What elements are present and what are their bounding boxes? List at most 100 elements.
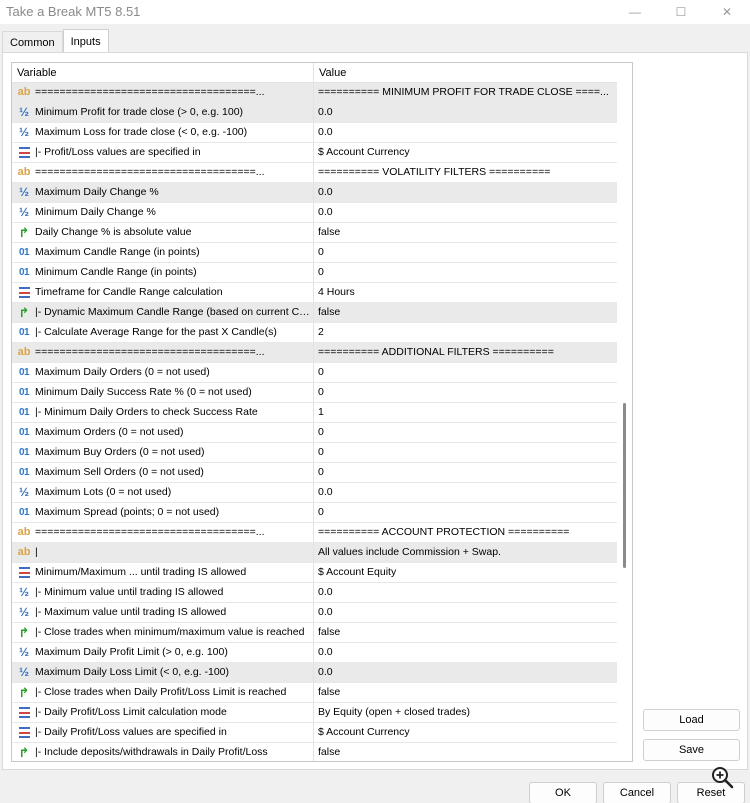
table-row[interactable]: 01 Maximum Daily Orders (0 = not used) 0 (12, 363, 618, 383)
variable-cell: 01 Maximum Sell Orders (0 = not used) (12, 463, 314, 482)
table-row[interactable]: 01 Maximum Candle Range (in points) 0 (12, 243, 618, 263)
table-row[interactable]: |- Profit/Loss values are specified in $ … (12, 143, 618, 163)
value-cell[interactable]: 0.0 (314, 603, 618, 622)
close-button[interactable]: ✕ (704, 0, 750, 24)
table-row[interactable]: ½ Maximum Loss for trade close (< 0, e.g.… (12, 123, 618, 143)
integer-type-icon: 01 (18, 507, 30, 518)
value-cell[interactable]: 0.0 (314, 663, 618, 682)
variable-cell: ab ====================================..… (12, 523, 314, 542)
scrollbar-thumb[interactable] (623, 403, 626, 568)
table-row[interactable]: ab ====================================..… (12, 523, 618, 543)
table-row[interactable]: ½ Maximum Daily Profit Limit (> 0, e.g. 1… (12, 643, 618, 663)
integer-type-icon: 01 (18, 247, 30, 258)
grid-scrollbar[interactable] (617, 63, 632, 761)
value-cell[interactable]: All values include Commission + Swap. (314, 543, 618, 562)
value-cell[interactable]: 1 (314, 403, 618, 422)
bool-type-icon: ↱ (18, 225, 30, 240)
value-cell[interactable]: $ Account Equity (314, 563, 618, 582)
table-row[interactable]: ↱ |- Include deposits/withdrawals in Dail… (12, 743, 618, 761)
table-row[interactable]: ab ====================================..… (12, 163, 618, 183)
table-row[interactable]: 01 Minimum Candle Range (in points) 0 (12, 263, 618, 283)
value-cell[interactable]: $ Account Currency (314, 143, 618, 162)
tab-common[interactable]: Common (2, 31, 63, 53)
list-type-icon (15, 143, 33, 162)
variable-cell: ½ |- Maximum value until trading IS allow… (12, 603, 314, 622)
double-type-icon: ½ (18, 585, 29, 599)
table-row[interactable]: 01 |- Calculate Average Range for the pas… (12, 323, 618, 343)
value-cell[interactable]: 0 (314, 503, 618, 522)
table-row[interactable]: |- Daily Profit/Loss Limit calculation m… (12, 703, 618, 723)
value-cell[interactable]: 0.0 (314, 123, 618, 142)
table-row[interactable]: ab ====================================..… (12, 343, 618, 363)
value-cell[interactable]: 0 (314, 263, 618, 282)
value-cell[interactable]: ========== ACCOUNT PROTECTION ========== (314, 523, 618, 542)
value-cell[interactable]: 0.0 (314, 643, 618, 662)
variable-cell: ↱ |- Close trades when Daily Profit/Loss … (12, 683, 314, 702)
variable-label: |- Minimum value until trading IS allowe… (35, 586, 224, 598)
table-row[interactable]: 01 |- Minimum Daily Orders to check Succe… (12, 403, 618, 423)
variable-label: Maximum Sell Orders (0 = not used) (35, 466, 204, 478)
ok-button[interactable]: OK (529, 782, 597, 803)
column-header-value[interactable]: Value (314, 63, 618, 83)
table-row[interactable]: ↱ |- Close trades when minimum/maximum va… (12, 623, 618, 643)
table-row[interactable]: ↱ Daily Change % is absolute value false (12, 223, 618, 243)
tab-inputs[interactable]: Inputs (62, 29, 109, 54)
value-cell[interactable]: 0 (314, 383, 618, 402)
value-cell[interactable]: ========== VOLATILITY FILTERS ========== (314, 163, 618, 182)
table-row[interactable]: ½ Minimum Daily Change % 0.0 (12, 203, 618, 223)
cancel-button[interactable]: Cancel (603, 782, 671, 803)
value-cell[interactable]: $ Account Currency (314, 723, 618, 742)
table-row[interactable]: Timeframe for Candle Range calculation 4 … (12, 283, 618, 303)
table-row[interactable]: ½ Maximum Daily Change % 0.0 (12, 183, 618, 203)
value-cell[interactable]: false (314, 683, 618, 702)
table-row[interactable]: ½ |- Minimum value until trading IS allow… (12, 583, 618, 603)
value-cell[interactable]: 0 (314, 363, 618, 382)
table-row[interactable]: 01 Minimum Daily Success Rate % (0 = not … (12, 383, 618, 403)
table-row[interactable]: ½ Maximum Lots (0 = not used) 0.0 (12, 483, 618, 503)
table-row[interactable]: 01 Maximum Orders (0 = not used) 0 (12, 423, 618, 443)
value-cell[interactable]: 0.0 (314, 203, 618, 222)
variable-label: ====================================... (35, 166, 265, 178)
variable-label: | (35, 546, 38, 558)
zoom-in-icon[interactable] (710, 765, 734, 789)
value-cell[interactable]: 0.0 (314, 183, 618, 202)
table-row[interactable]: ½ Minimum Profit for trade close (> 0, e.… (12, 103, 618, 123)
table-row[interactable]: 01 Maximum Sell Orders (0 = not used) 0 (12, 463, 618, 483)
integer-type-icon: 01 (18, 447, 30, 458)
value-cell[interactable]: 2 (314, 323, 618, 342)
value-cell[interactable]: false (314, 303, 618, 322)
maximize-button[interactable]: ☐ (658, 0, 704, 24)
table-row[interactable]: 01 Maximum Spread (points; 0 = not used) 0 (12, 503, 618, 523)
value-cell[interactable]: ========== ADDITIONAL FILTERS ========== (314, 343, 618, 362)
minimize-button[interactable]: — (612, 0, 658, 24)
table-row[interactable]: 01 Maximum Buy Orders (0 = not used) 0 (12, 443, 618, 463)
value-cell[interactable]: ========== MINIMUM PROFIT FOR TRADE CLOS… (314, 83, 618, 102)
value-cell[interactable]: 4 Hours (314, 283, 618, 302)
value-cell[interactable]: By Equity (open + closed trades) (314, 703, 618, 722)
value-cell[interactable]: 0 (314, 243, 618, 262)
variable-cell: ½ |- Minimum value until trading IS allow… (12, 583, 314, 602)
table-row[interactable]: ab ====================================..… (12, 83, 618, 103)
table-row[interactable]: ↱ |- Dynamic Maximum Candle Range (based … (12, 303, 618, 323)
value-cell[interactable]: 0.0 (314, 583, 618, 602)
table-row[interactable]: ↱ |- Close trades when Daily Profit/Loss … (12, 683, 618, 703)
value-cell[interactable]: 0 (314, 443, 618, 462)
value-cell[interactable]: false (314, 223, 618, 242)
value-cell[interactable]: 0 (314, 463, 618, 482)
table-row[interactable]: ½ Maximum Daily Loss Limit (< 0, e.g. -10… (12, 663, 618, 683)
value-cell[interactable]: false (314, 623, 618, 642)
value-cell[interactable]: false (314, 743, 618, 761)
variable-cell: |- Daily Profit/Loss Limit calculation m… (12, 703, 314, 722)
table-row[interactable]: Minimum/Maximum ... until trading IS all… (12, 563, 618, 583)
minimize-icon: — (629, 5, 641, 19)
value-cell[interactable]: 0.0 (314, 483, 618, 502)
table-row[interactable]: |- Daily Profit/Loss values are specifie… (12, 723, 618, 743)
value-cell[interactable]: 0.0 (314, 103, 618, 122)
variable-cell: ↱ Daily Change % is absolute value (12, 223, 314, 242)
save-button[interactable]: Save (643, 739, 740, 761)
load-button[interactable]: Load (643, 709, 740, 731)
value-cell[interactable]: 0 (314, 423, 618, 442)
column-header-variable[interactable]: Variable (12, 63, 314, 83)
table-row[interactable]: ab | All values include Commission + Swap. (12, 543, 618, 563)
table-row[interactable]: ½ |- Maximum value until trading IS allow… (12, 603, 618, 623)
